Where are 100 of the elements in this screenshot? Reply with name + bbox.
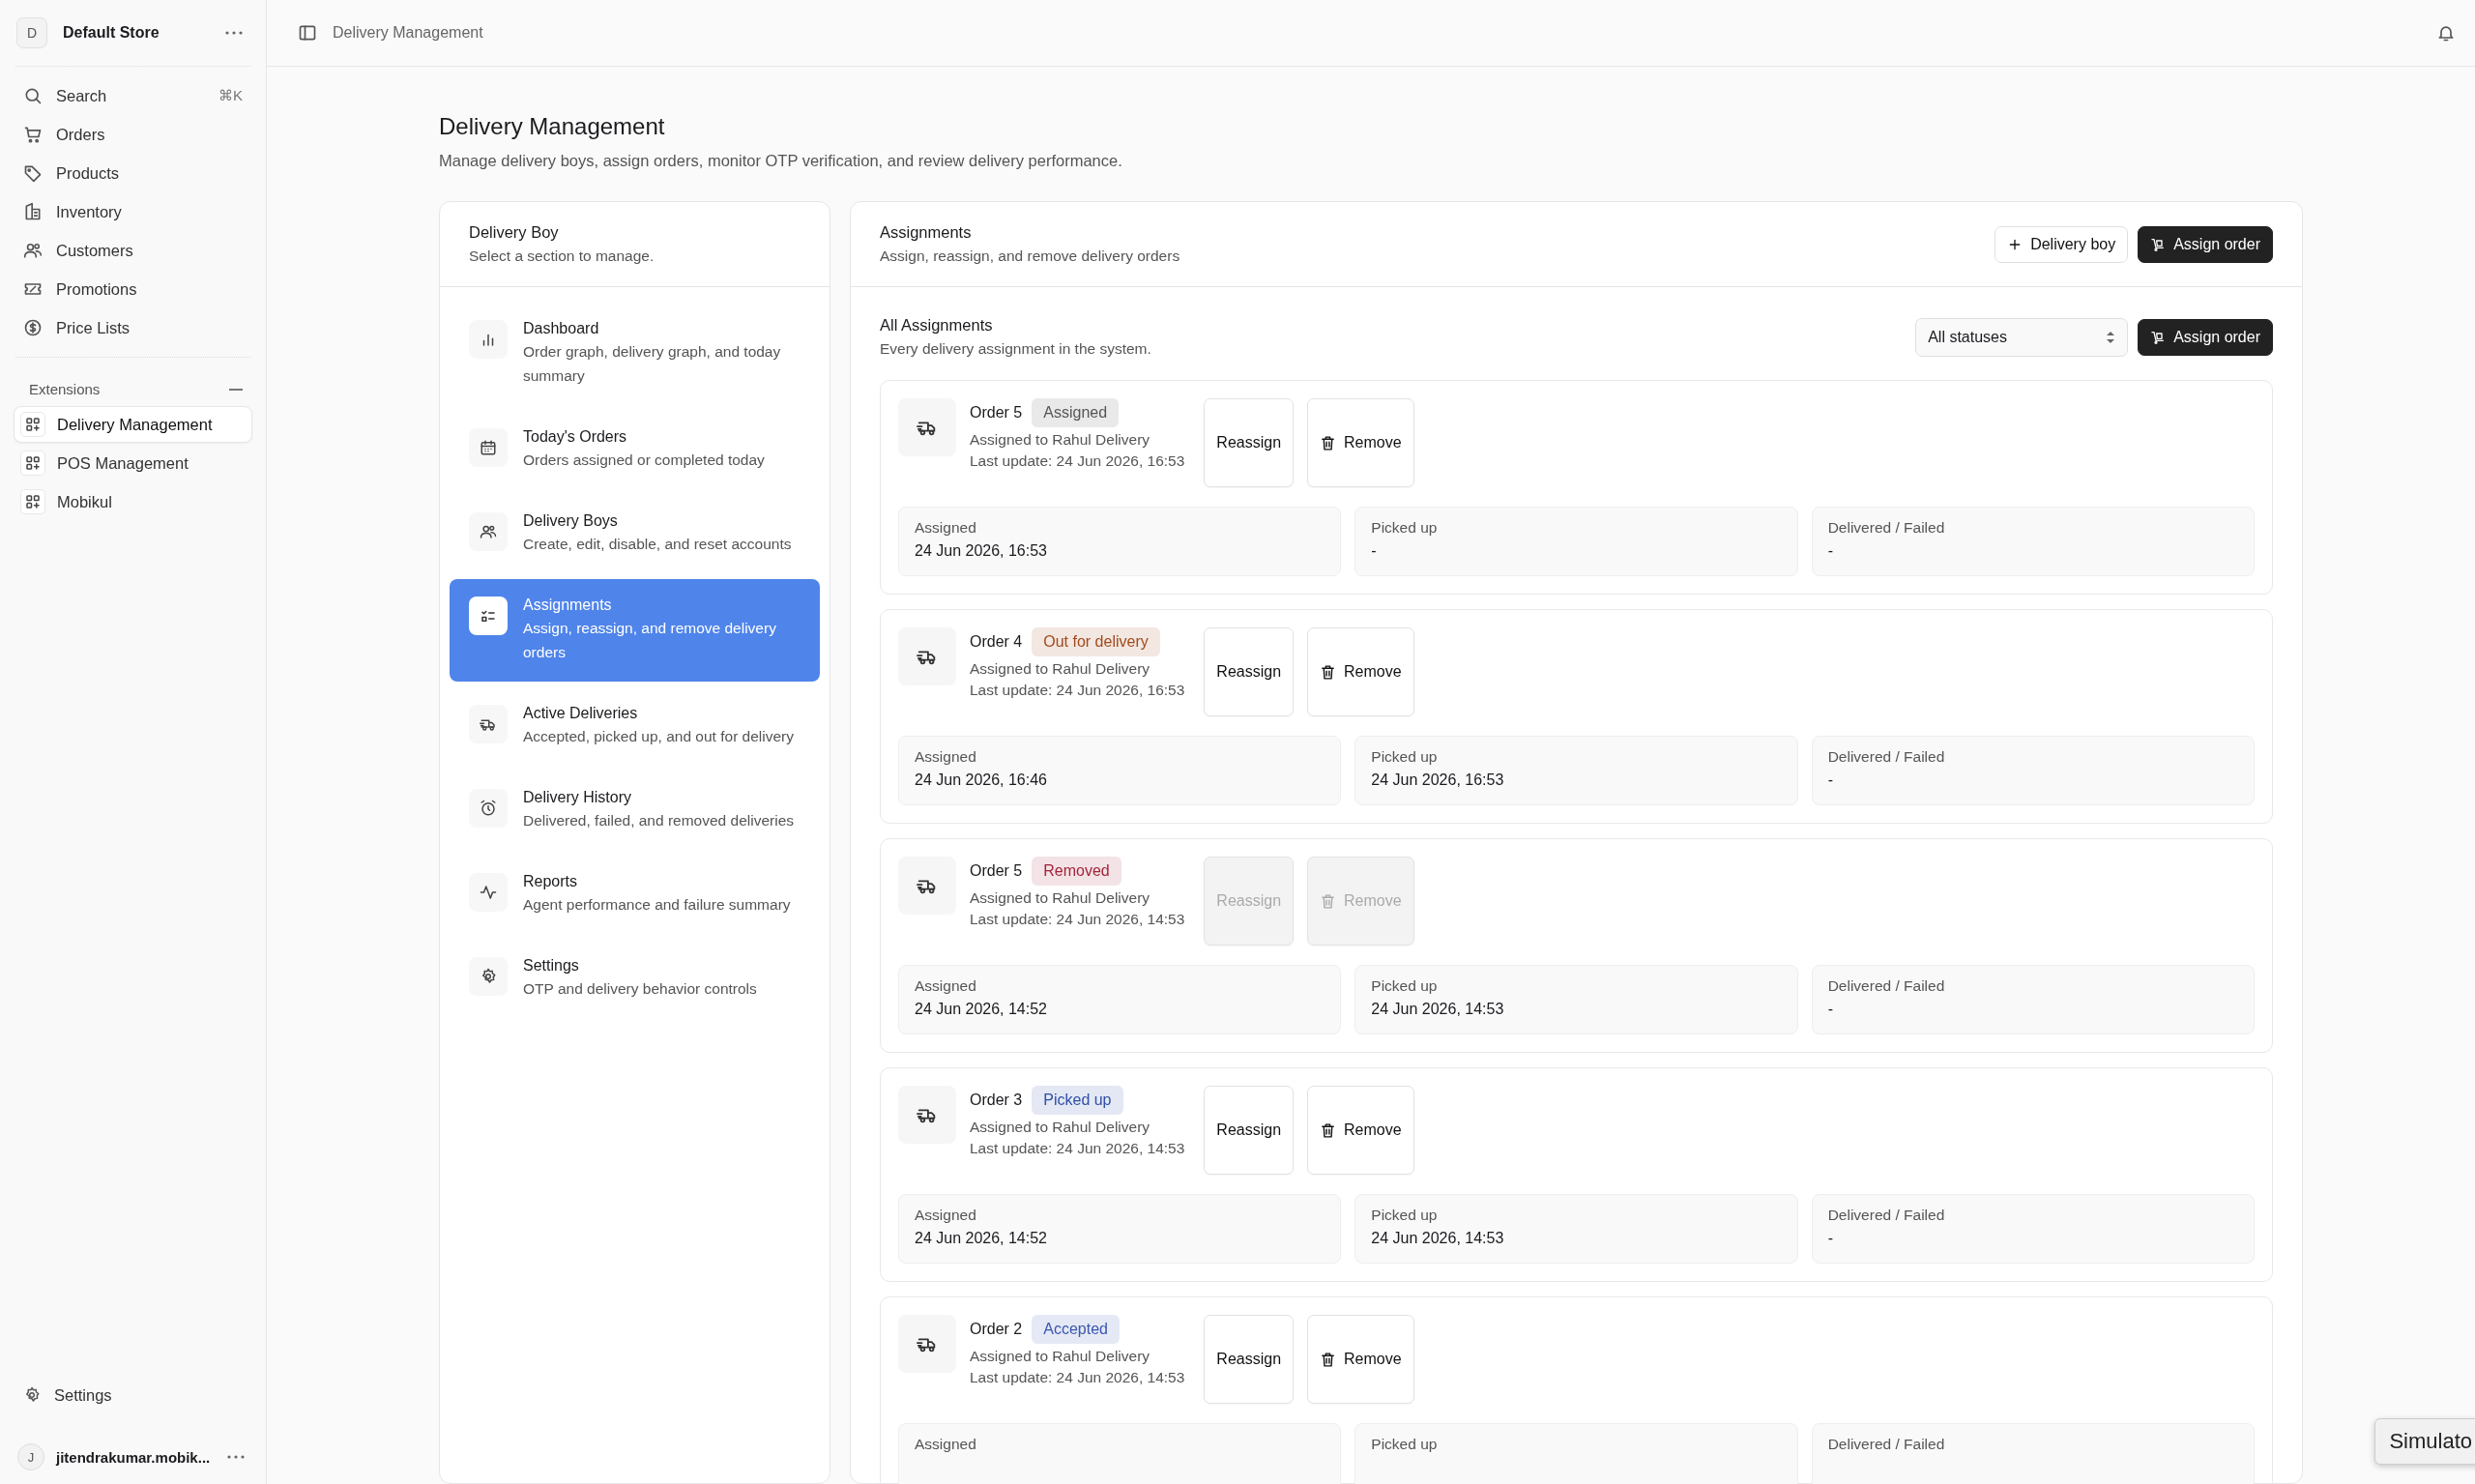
nav-item[interactable]: Products [14,154,252,192]
panel-title: Assignments [880,223,973,242]
reassign-button[interactable]: Reassign [1204,398,1295,487]
section-item[interactable]: Dashboard Order graph, delivery graph, and today summary [450,303,820,405]
stat-value: - [1827,542,1834,560]
nav-item[interactable]: Search ⌘K [14,76,252,115]
remove-button[interactable]: Remove [1307,1315,1414,1404]
reassign-button[interactable]: Reassign [1204,627,1295,716]
order-title: Order 2 [970,1321,1023,1338]
section-description: Order graph, delivery graph, and today summary [523,342,782,386]
last-update-text: Last update: 24 Jun 2026, 16:53 [970,452,1185,470]
nav-item[interactable]: Orders [14,115,252,154]
page-subtitle: Manage delivery boys, assign orders, monitor OTP verification, and review delivery performance. [439,152,1123,170]
more-icon[interactable] [227,1455,245,1459]
section-description: Assign, reassign, and remove delivery orders [523,619,777,662]
shortcut-hint: ⌘K [218,87,243,104]
notification-icon[interactable] [2436,23,2456,43]
section-item[interactable]: Assignments Assign, reassign, and remove delivery orders [450,579,820,682]
activity-icon [469,873,508,912]
nav-item[interactable]: Promotions [14,270,252,308]
remove-button[interactable]: Remove [1307,398,1414,487]
building-icon [23,202,43,221]
status-filter[interactable]: All statuses [1915,317,2129,357]
user-name[interactable]: jitendrakumar.mobik... [56,1448,216,1466]
nav-item[interactable]: Inventory [14,192,252,231]
collapse-icon[interactable] [229,388,243,391]
assignee-text: Assigned to Rahul Delivery [970,1119,1151,1136]
truck-icon [898,1086,956,1144]
users-icon [469,512,508,551]
user-avatar: J [17,1443,44,1470]
grid-plus-icon [20,412,45,437]
section-item[interactable]: Active Deliveries Accepted, picked up, and out for delivery [450,687,820,766]
add-delivery-boy-button[interactable]: Delivery boy [1995,225,2129,263]
stat-label: Assigned [915,1436,977,1453]
assign-order-button[interactable]: Assign order [2138,225,2273,263]
extension-item[interactable]: POS Management [14,445,252,481]
search-icon [23,86,43,105]
section-item[interactable]: Settings OTP and delivery behavior controls [450,940,820,1018]
section-description: Accepted, picked up, and out for delivery [523,727,795,746]
last-update-text: Last update: 24 Jun 2026, 14:53 [970,911,1185,928]
extension-item[interactable]: Mobikul [14,483,252,520]
settings-link[interactable]: Settings [14,1376,252,1414]
trash-icon [1320,663,1337,681]
status-badge: Assigned [1032,398,1120,427]
stat-label: Picked up [1371,1436,1439,1453]
assignee-text: Assigned to Rahul Delivery [970,889,1151,907]
stat-label: Assigned [915,1207,977,1224]
nav-item[interactable]: Customers [14,231,252,270]
sidebar-toggle-icon[interactable] [298,23,317,43]
section-item[interactable]: Delivery Boys Create, edit, disable, and reset accounts [450,495,820,573]
section-title: Dashboard [523,320,600,337]
stat-value: 24 Jun 2026, 16:53 [915,542,1048,560]
section-title: Assignments [523,597,613,614]
calendar-icon [469,428,508,467]
alarm-clock-icon [469,789,508,828]
reassign-button[interactable]: Reassign [1204,1086,1295,1175]
section-item[interactable]: Delivery History Delivered, failed, and removed deliveries [450,771,820,850]
section-item[interactable]: Reports Agent performance and failure summary [450,856,820,934]
remove-button[interactable]: Remove [1307,1086,1414,1175]
last-update-text: Last update: 24 Jun 2026, 14:53 [970,1369,1185,1386]
truck-icon [898,1315,956,1373]
stat-value: 24 Jun 2026, 16:46 [915,771,1048,789]
store-name[interactable]: Default Store [63,24,210,42]
stat-label: Picked up [1371,748,1439,766]
stat-value: 24 Jun 2026, 14:53 [1371,1001,1505,1018]
section-item[interactable]: Today's Orders Orders assigned or completed today [450,411,820,489]
truck-icon [898,857,956,915]
status-badge: Accepted [1032,1315,1120,1344]
order-title: Order 4 [970,633,1023,651]
last-update-text: Last update: 24 Jun 2026, 16:53 [970,682,1185,699]
settings-icon [23,1386,41,1404]
stat-label: Picked up [1371,977,1439,995]
grid-plus-icon [20,451,45,476]
trash-icon [1320,892,1337,910]
list-title: All Assignments [880,316,994,335]
extension-item[interactable]: Delivery Management [14,406,252,443]
section-title: Settings [523,957,580,975]
users-icon [23,241,43,260]
stat-label: Delivered / Failed [1827,748,1946,766]
stat-value: - [1827,1001,1834,1018]
truck-icon [469,705,508,743]
section-description: Create, edit, disable, and reset accounts [523,535,792,554]
reassign-button[interactable]: Reassign [1204,1315,1295,1404]
stat-label: Delivered / Failed [1827,519,1946,537]
stat-label: Delivered / Failed [1827,1436,1946,1453]
panel-subtitle: Select a section to manage. [469,247,655,265]
remove-button[interactable]: Remove [1307,627,1414,716]
section-title: Delivery History [523,789,632,806]
section-description: OTP and delivery behavior controls [523,979,757,999]
status-badge: Out for delivery [1032,627,1160,656]
nav-item[interactable]: Price Lists [14,308,252,347]
stat-value: 24 Jun 2026, 14:52 [915,1001,1048,1018]
more-icon[interactable] [225,31,243,35]
panel-title: Delivery Boy [469,223,560,242]
assign-order-button[interactable]: Assign order [2138,318,2273,356]
list-subtitle: Every delivery assignment in the system. [880,340,1151,358]
stat-label: Delivered / Failed [1827,1207,1946,1224]
tag-icon [23,163,43,183]
trash-icon [1320,434,1337,451]
truck-icon [898,398,956,456]
